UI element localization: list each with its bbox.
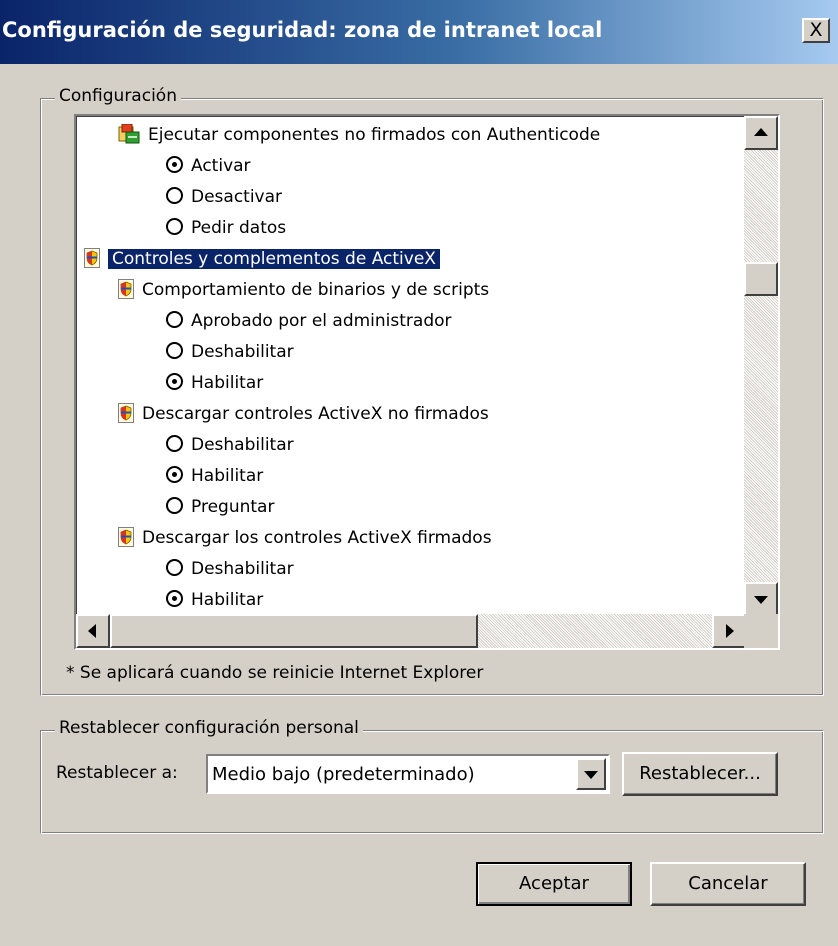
tree-item-label: Comportamiento de binarios y de scripts xyxy=(142,280,490,300)
arrow-down-icon xyxy=(754,596,768,604)
settings-tree: Ejecutar componentes no firmados con Aut… xyxy=(76,116,746,616)
radio-option[interactable]: Desactivar xyxy=(166,182,282,212)
radio-unchecked-icon[interactable] xyxy=(166,497,183,514)
chevron-down-icon xyxy=(584,771,598,779)
arrow-right-icon xyxy=(726,624,734,638)
tree-item-label: Deshabilitar xyxy=(191,559,294,579)
arrow-left-icon xyxy=(88,624,96,638)
radio-unchecked-icon[interactable] xyxy=(166,187,183,204)
radio-option[interactable]: Deshabilitar xyxy=(166,430,294,460)
tree-setting[interactable]: Descargar controles ActiveX no firmados xyxy=(118,399,489,429)
tree-item-label: Deshabilitar xyxy=(191,342,294,362)
radio-unchecked-icon[interactable] xyxy=(166,342,183,359)
radio-checked-icon[interactable] xyxy=(166,466,183,483)
tree-category[interactable]: Controles y complementos de ActiveX xyxy=(84,244,440,274)
reset-level-dropdown-button[interactable] xyxy=(576,758,606,790)
tree-item-label: Controles y complementos de ActiveX xyxy=(108,249,440,269)
security-shield-icon xyxy=(118,402,134,423)
radio-unchecked-icon[interactable] xyxy=(166,559,183,576)
settings-group-legend: Configuración xyxy=(55,86,181,106)
tree-item-label: Habilitar xyxy=(191,590,264,610)
tree-item-label: Aprobado por el administrador xyxy=(191,311,452,331)
reset-level-select[interactable]: Medio bajo (predeterminado) xyxy=(206,754,610,794)
radio-option[interactable]: Deshabilitar xyxy=(166,337,294,367)
tree-item-label: Deshabilitar xyxy=(191,435,294,455)
radio-unchecked-icon[interactable] xyxy=(166,311,183,328)
authenticode-icon xyxy=(118,123,140,144)
radio-checked-icon[interactable] xyxy=(166,156,183,173)
vertical-scroll-thumb[interactable] xyxy=(744,262,778,296)
radio-option[interactable]: Aprobado por el administrador xyxy=(166,306,452,336)
scrollbar-corner xyxy=(744,614,778,648)
radio-option[interactable]: Habilitar xyxy=(166,585,263,615)
radio-option[interactable]: Activar xyxy=(166,151,251,181)
reset-to-label: Restablecer a: xyxy=(56,763,178,783)
tree-item-label: Pedir datos xyxy=(191,218,287,238)
radio-unchecked-icon[interactable] xyxy=(166,218,183,235)
radio-checked-icon[interactable] xyxy=(166,373,183,390)
radio-option[interactable]: Pedir datos xyxy=(166,213,286,243)
radio-option[interactable]: Deshabilitar xyxy=(166,554,294,584)
close-button[interactable]: X xyxy=(802,18,830,43)
tree-item-label: Preguntar xyxy=(191,497,275,517)
arrow-up-icon xyxy=(754,128,768,136)
tree-setting[interactable]: Comportamiento de binarios y de scripts xyxy=(118,275,489,305)
tree-item-label: Ejecutar componentes no firmados con Aut… xyxy=(148,125,601,145)
scroll-left-button[interactable] xyxy=(76,614,110,648)
title-bar[interactable]: Configuración de seguridad: zona de intr… xyxy=(0,0,838,64)
tree-item-label: Descargar los controles ActiveX firmados xyxy=(142,528,492,548)
radio-option[interactable]: Habilitar xyxy=(166,461,263,491)
cancel-button[interactable]: Cancelar xyxy=(650,862,806,906)
security-shield-icon xyxy=(118,526,134,547)
tree-setting[interactable]: Descargar los controles ActiveX firmados xyxy=(118,523,492,553)
window-title: Configuración de seguridad: zona de intr… xyxy=(2,18,603,42)
tree-item-label: Habilitar xyxy=(191,373,264,393)
security-settings-dialog: Configuración de seguridad: zona de intr… xyxy=(0,0,838,946)
reset-button[interactable]: Restablecer... xyxy=(622,752,778,796)
tree-item-label: Descargar controles ActiveX no firmados xyxy=(142,404,489,424)
radio-checked-icon[interactable] xyxy=(166,590,183,607)
security-shield-icon xyxy=(118,278,134,299)
reset-group-legend: Restablecer configuración personal xyxy=(55,718,363,738)
scroll-down-button[interactable] xyxy=(744,582,778,616)
tree-setting[interactable]: Ejecutar componentes no firmados con Aut… xyxy=(118,120,600,150)
radio-unchecked-icon[interactable] xyxy=(166,435,183,452)
scroll-right-button[interactable] xyxy=(712,614,746,648)
horizontal-scrollbar[interactable] xyxy=(76,614,746,648)
ok-button[interactable]: Aceptar xyxy=(476,862,632,906)
settings-tree-list[interactable]: Ejecutar componentes no firmados con Aut… xyxy=(74,114,780,650)
tree-item-label: Desactivar xyxy=(191,187,283,207)
reset-level-value: Medio bajo (predeterminado) xyxy=(212,764,475,785)
tree-item-label: Activar xyxy=(191,156,251,176)
radio-option[interactable]: Habilitar xyxy=(166,368,263,398)
radio-option[interactable]: Preguntar xyxy=(166,492,274,522)
vertical-scrollbar[interactable] xyxy=(744,116,778,616)
scroll-up-button[interactable] xyxy=(744,116,778,150)
tree-item-label: Habilitar xyxy=(191,466,264,486)
restart-note: * Se aplicará cuando se reinicie Interne… xyxy=(66,663,484,683)
horizontal-scroll-thumb[interactable] xyxy=(110,614,478,648)
security-shield-icon xyxy=(84,247,100,268)
